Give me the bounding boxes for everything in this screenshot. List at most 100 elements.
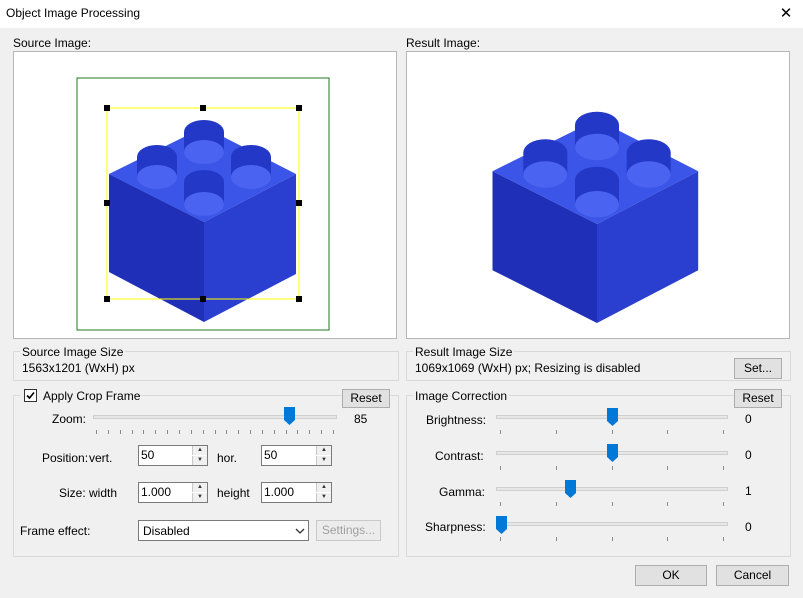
source-image-label: Source Image: bbox=[13, 36, 92, 50]
slider-tick bbox=[723, 537, 724, 541]
frame-effect-selected: Disabled bbox=[143, 524, 190, 538]
zoom-slider-track[interactable] bbox=[93, 415, 337, 419]
slider-tick bbox=[500, 537, 501, 541]
slider-tick bbox=[500, 430, 501, 434]
zoom-label: Zoom: bbox=[52, 412, 87, 426]
crop-handle-top-center bbox=[200, 105, 206, 111]
position-vert-value: 50 bbox=[141, 448, 155, 462]
contrast-label: Contrast: bbox=[435, 449, 484, 463]
spin-down-icon[interactable]: ▼ bbox=[192, 456, 207, 465]
slider-tick bbox=[143, 430, 144, 434]
slider-tick bbox=[723, 502, 724, 506]
size-width-spinbox[interactable]: 1.000 ▲ ▼ bbox=[138, 482, 208, 503]
slider-tick bbox=[500, 502, 501, 506]
sharpness-value: 0 bbox=[745, 520, 752, 534]
source-image-panel[interactable] bbox=[13, 51, 397, 339]
brightness-slider-ticks bbox=[500, 430, 724, 435]
crop-handle-bottom-right bbox=[296, 296, 302, 302]
sharpness-slider-track[interactable] bbox=[496, 522, 728, 526]
gamma-slider-ticks bbox=[500, 502, 724, 507]
slider-tick bbox=[96, 430, 97, 434]
slider-tick bbox=[120, 430, 121, 434]
result-image-label: Result Image: bbox=[406, 36, 481, 50]
slider-tick bbox=[723, 466, 724, 470]
gamma-slider-thumb[interactable] bbox=[565, 480, 576, 498]
result-image-panel bbox=[406, 51, 790, 339]
position-hor-value: 50 bbox=[264, 448, 278, 462]
slider-tick bbox=[274, 430, 275, 434]
spin-up-icon[interactable]: ▲ bbox=[316, 483, 331, 492]
result-size-value: 1069x1069 (WxH) px; Resizing is disabled bbox=[415, 361, 641, 375]
slider-tick bbox=[297, 430, 298, 434]
slider-tick bbox=[286, 430, 287, 434]
source-size-value: 1563x1201 (WxH) px bbox=[22, 361, 135, 375]
ok-button[interactable]: OK bbox=[635, 565, 707, 586]
position-hor-spinbox[interactable]: 50 ▲ ▼ bbox=[261, 445, 332, 466]
gamma-value: 1 bbox=[745, 484, 752, 498]
result-image-canvas bbox=[492, 111, 699, 323]
result-size-label: Result Image Size bbox=[413, 345, 515, 359]
slider-tick bbox=[108, 430, 109, 434]
contrast-slider-thumb[interactable] bbox=[607, 444, 618, 462]
slider-tick bbox=[226, 430, 227, 434]
crop-handle-middle-right bbox=[296, 200, 302, 206]
spin-up-icon[interactable]: ▲ bbox=[192, 483, 207, 492]
brightness-label: Brightness: bbox=[426, 413, 487, 427]
apply-crop-checkbox[interactable] bbox=[24, 389, 37, 402]
sharpness-label: Sharpness: bbox=[425, 520, 486, 534]
window-title: Object Image Processing bbox=[6, 6, 141, 20]
set-button[interactable]: Set... bbox=[734, 358, 782, 379]
chevron-down-icon bbox=[295, 528, 305, 534]
slider-tick bbox=[612, 502, 613, 506]
position-vert-spinbox[interactable]: 50 ▲ ▼ bbox=[138, 445, 208, 466]
size-height-spinbox[interactable]: 1.000 ▲ ▼ bbox=[261, 482, 332, 503]
crop-reset-button[interactable]: Reset bbox=[342, 389, 390, 408]
slider-tick bbox=[556, 537, 557, 541]
brightness-slider-thumb[interactable] bbox=[607, 408, 618, 426]
size-height-value: 1.000 bbox=[264, 485, 295, 499]
slider-tick bbox=[250, 430, 251, 434]
gamma-slider-track[interactable] bbox=[496, 487, 728, 491]
spin-down-icon[interactable]: ▼ bbox=[316, 456, 331, 465]
correction-reset-button[interactable]: Reset bbox=[734, 389, 782, 408]
slider-tick bbox=[203, 430, 204, 434]
position-label: Position: bbox=[42, 451, 89, 465]
crop-handle-top-right bbox=[296, 105, 302, 111]
slider-tick bbox=[191, 430, 192, 434]
cancel-button[interactable]: Cancel bbox=[716, 565, 789, 586]
slider-tick bbox=[612, 537, 613, 541]
slider-tick bbox=[667, 466, 668, 470]
zoom-slider-ticks bbox=[96, 430, 334, 435]
source-size-label: Source Image Size bbox=[20, 345, 126, 359]
lego-brick-source bbox=[109, 120, 296, 322]
spin-up-icon[interactable]: ▲ bbox=[192, 446, 207, 455]
slider-tick bbox=[723, 430, 724, 434]
slider-tick bbox=[667, 430, 668, 434]
spin-down-icon[interactable]: ▼ bbox=[316, 493, 331, 502]
size-height-label: height bbox=[217, 486, 250, 500]
slider-tick bbox=[262, 430, 263, 434]
slider-tick bbox=[667, 537, 668, 541]
frame-effect-settings-button[interactable]: Settings... bbox=[316, 520, 381, 541]
spin-up-icon[interactable]: ▲ bbox=[316, 446, 331, 455]
slider-tick bbox=[333, 430, 334, 434]
apply-crop-label: Apply Crop Frame bbox=[43, 389, 141, 403]
slider-tick bbox=[667, 502, 668, 506]
slider-tick bbox=[215, 430, 216, 434]
zoom-slider-thumb[interactable] bbox=[284, 407, 295, 425]
frame-effect-select[interactable]: Disabled bbox=[138, 520, 309, 541]
slider-tick bbox=[500, 466, 501, 470]
slider-tick bbox=[556, 430, 557, 434]
size-width-label: width bbox=[89, 486, 118, 500]
sharpness-slider-thumb[interactable] bbox=[496, 516, 507, 534]
slider-tick bbox=[167, 430, 168, 434]
contrast-slider-ticks bbox=[500, 466, 724, 471]
size-label: Size: bbox=[59, 486, 86, 500]
slider-tick bbox=[179, 430, 180, 434]
size-width-value: 1.000 bbox=[141, 485, 172, 499]
position-vert-label: vert. bbox=[89, 451, 113, 465]
spin-down-icon[interactable]: ▼ bbox=[192, 493, 207, 502]
brightness-value: 0 bbox=[745, 412, 752, 426]
close-button[interactable]: ✕ bbox=[772, 2, 800, 26]
checkmark-icon bbox=[26, 391, 35, 400]
